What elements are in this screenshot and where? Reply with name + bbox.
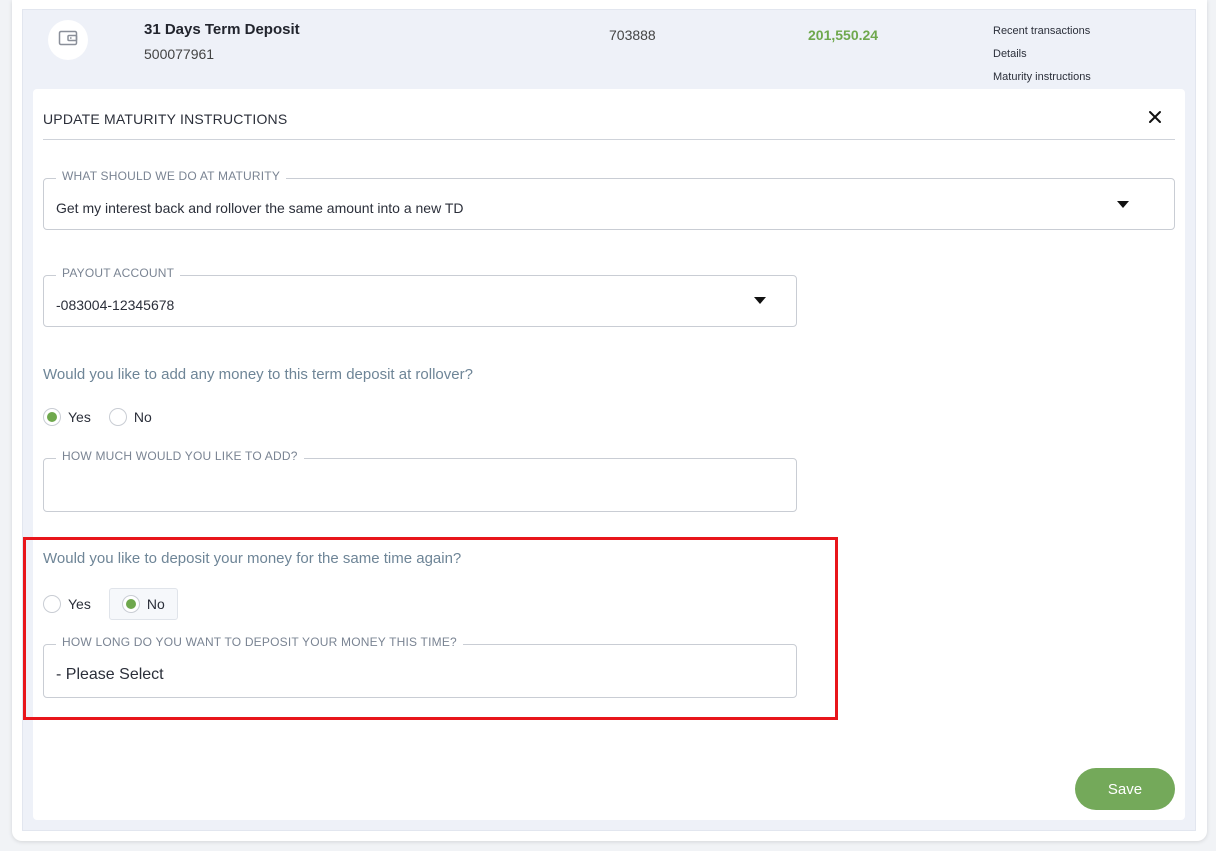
radio-unchecked-icon xyxy=(43,595,61,613)
account-bsb: 703888 xyxy=(609,27,656,43)
chevron-down-icon xyxy=(1117,201,1129,208)
duration-select-value: - Please Select xyxy=(56,666,164,683)
close-button[interactable] xyxy=(1145,109,1165,129)
add-money-question: Would you like to add any money to this … xyxy=(43,366,473,383)
add-money-no-label: No xyxy=(133,409,152,425)
account-icon-badge xyxy=(48,20,88,60)
title-divider xyxy=(43,139,1175,140)
chevron-down-icon xyxy=(754,297,766,304)
maturity-select-value: Get my interest back and rollover the sa… xyxy=(56,200,464,216)
account-links: Recent transactions Details Maturity ins… xyxy=(993,24,1091,93)
duration-select[interactable]: HOW LONG DO YOU WANT TO DEPOSIT YOUR MON… xyxy=(43,635,797,698)
same-time-radio-group: Yes No xyxy=(43,588,178,620)
payout-account-label: PAYOUT ACCOUNT xyxy=(56,266,181,280)
maturity-select[interactable]: WHAT SHOULD WE DO AT MATURITY Get my int… xyxy=(43,169,1175,230)
same-time-yes-label: Yes xyxy=(68,596,91,612)
same-time-no-radio[interactable]: No xyxy=(108,588,178,620)
details-link[interactable]: Details xyxy=(993,47,1091,70)
wallet-icon xyxy=(58,29,78,52)
add-money-yes-radio[interactable]: Yes xyxy=(43,408,91,426)
account-number: 500077961 xyxy=(144,46,215,62)
payout-account-select[interactable]: PAYOUT ACCOUNT -083004-12345678 xyxy=(43,266,797,327)
dialog-title: UPDATE MATURITY INSTRUCTIONS xyxy=(43,111,288,127)
radio-unchecked-icon xyxy=(108,408,127,426)
same-time-question: Would you like to deposit your money for… xyxy=(43,550,462,567)
add-amount-label: HOW MUCH WOULD YOU LIKE TO ADD? xyxy=(56,449,304,463)
same-time-yes-radio[interactable]: Yes xyxy=(43,595,91,613)
add-money-radio-group: Yes No xyxy=(43,408,152,426)
account-balance: 201,550.24 xyxy=(808,27,879,43)
duration-select-label: HOW LONG DO YOU WANT TO DEPOSIT YOUR MON… xyxy=(56,635,463,649)
account-name: 31 Days Term Deposit xyxy=(144,21,300,38)
radio-checked-icon xyxy=(121,595,140,613)
add-money-no-radio[interactable]: No xyxy=(108,408,152,426)
same-time-no-label: No xyxy=(146,596,165,612)
recent-transactions-link[interactable]: Recent transactions xyxy=(993,24,1091,47)
add-money-yes-label: Yes xyxy=(68,409,91,425)
close-icon xyxy=(1148,110,1162,129)
maturity-select-label: WHAT SHOULD WE DO AT MATURITY xyxy=(56,169,287,183)
payout-account-value: -083004-12345678 xyxy=(56,297,175,313)
maturity-instructions-dialog: UPDATE MATURITY INSTRUCTIONS WHAT SHOULD… xyxy=(33,89,1185,820)
add-amount-input[interactable]: HOW MUCH WOULD YOU LIKE TO ADD? xyxy=(43,449,797,512)
radio-checked-icon xyxy=(43,408,61,426)
save-button[interactable]: Save xyxy=(1075,768,1175,810)
